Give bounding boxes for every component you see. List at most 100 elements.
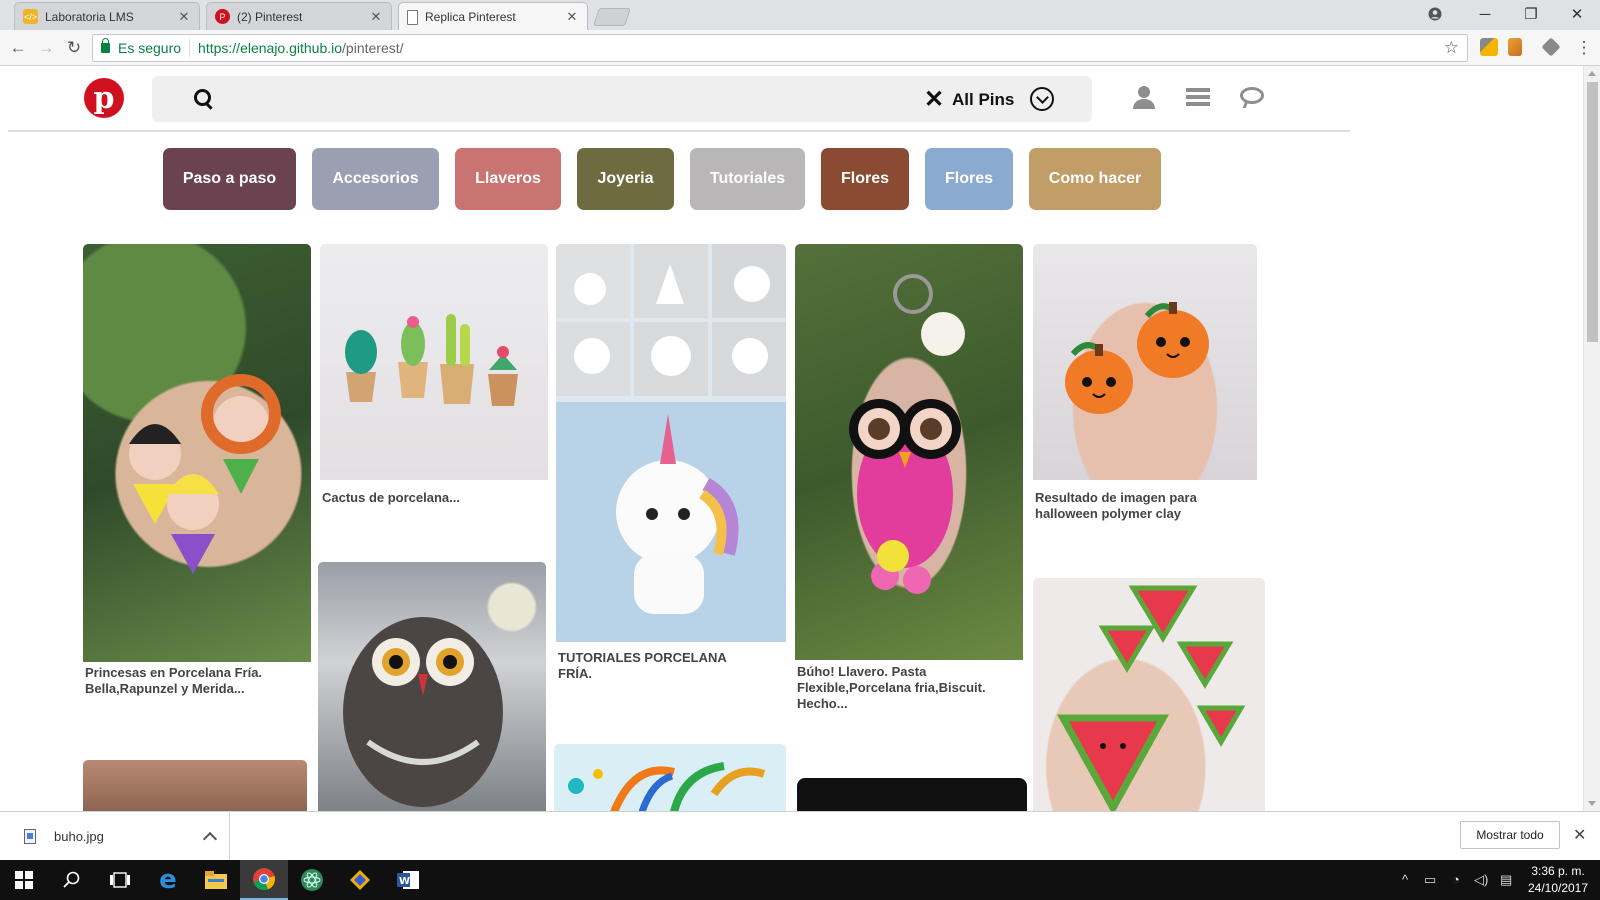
pin-image[interactable]	[795, 244, 1023, 660]
menu-icon[interactable]	[1184, 84, 1212, 112]
chevron-down-icon[interactable]	[1030, 87, 1054, 111]
category-flores-2[interactable]: Flores	[925, 148, 1013, 210]
url-host: https://elenajo.github.io	[198, 40, 343, 56]
scroll-down-arrow-icon[interactable]	[1588, 801, 1596, 806]
pin-watermelon[interactable]	[1033, 578, 1265, 811]
show-all-downloads-button[interactable]: Mostrar todo	[1460, 821, 1560, 849]
chevron-up-icon[interactable]	[202, 831, 218, 847]
search-icon[interactable]	[194, 89, 214, 109]
task-view-icon[interactable]	[96, 860, 144, 900]
tray-wifi-icon[interactable]: ◔	[1452, 872, 1460, 887]
bookmark-star-icon[interactable]: ☆	[1444, 38, 1459, 58]
scroll-up-arrow-icon[interactable]	[1588, 71, 1596, 76]
url-path: /pinterest/	[342, 40, 404, 56]
search-icon[interactable]	[48, 860, 96, 900]
edge-icon[interactable]: e	[144, 860, 192, 900]
tray-volume-icon[interactable]: ◁)	[1474, 872, 1488, 888]
minimize-icon[interactable]: ─	[1462, 0, 1508, 28]
pin-image[interactable]	[83, 760, 307, 811]
header-divider	[8, 130, 1350, 132]
pin-princesas[interactable]: Princesas en Porcelana Fría. Bella,Rapun…	[83, 244, 311, 704]
clear-search-icon[interactable]: ✕	[924, 85, 944, 114]
tab-pinterest[interactable]: P (2) Pinterest ✕	[206, 2, 392, 30]
git-kraken-icon[interactable]	[336, 860, 384, 900]
pin-image[interactable]	[556, 244, 786, 642]
reload-icon[interactable]: ↻	[64, 38, 84, 58]
close-tab-icon[interactable]: ✕	[177, 9, 191, 25]
tray-network-icon[interactable]: ▭	[1424, 872, 1436, 888]
extension-icon[interactable]	[1480, 38, 1498, 56]
search-input[interactable]	[232, 84, 972, 114]
pin-buho-llavero[interactable]: Búho! Llavero. Pasta Flexible,Porcelana …	[795, 244, 1023, 714]
url-text[interactable]: https://elenajo.github.io/pinterest/	[190, 40, 403, 56]
download-filename: buho.jpg	[54, 828, 104, 844]
category-flores[interactable]: Flores	[821, 148, 909, 210]
scrollbar-thumb[interactable]	[1587, 82, 1598, 342]
forward-arrow-icon[interactable]: →	[36, 38, 56, 58]
tab-laboratoria[interactable]: </> Laboratoria LMS ✕	[14, 2, 200, 30]
pin-caption: Cactus de porcelana...	[322, 490, 460, 505]
close-download-bar-icon[interactable]: ✕	[1573, 825, 1586, 845]
svg-text:W: W	[399, 876, 410, 887]
pin-image[interactable]	[318, 562, 546, 811]
category-paso-a-paso[interactable]: Paso a paso	[163, 148, 296, 210]
pin-necklace[interactable]	[83, 760, 307, 811]
chrome-icon[interactable]	[240, 860, 288, 900]
image-file-icon	[24, 828, 36, 844]
secure-label: Es seguro	[118, 40, 182, 56]
word-icon[interactable]: W	[384, 860, 432, 900]
pin-image[interactable]	[320, 244, 548, 480]
user-icon[interactable]	[1130, 84, 1158, 112]
pin-dark[interactable]	[797, 778, 1027, 811]
secure-indicator[interactable]: Es seguro	[93, 38, 191, 57]
laboratoria-favicon-icon: </>	[23, 9, 38, 24]
tab-title: (2) Pinterest	[237, 9, 303, 24]
pin-image[interactable]	[1033, 244, 1257, 480]
atom-icon[interactable]	[288, 860, 336, 900]
pin-unicorn[interactable]: TUTORIALES PORCELANA FRÍA.	[556, 244, 786, 684]
windows-start-icon[interactable]	[0, 860, 48, 900]
pin-caption: TUTORIALES PORCELANA FRÍA.	[558, 650, 727, 681]
back-arrow-icon[interactable]: ←	[8, 38, 28, 58]
all-pins-filter[interactable]: All Pins	[952, 90, 1014, 110]
extension-icon[interactable]	[1541, 37, 1561, 57]
file-explorer-icon[interactable]	[192, 860, 240, 900]
pin-owl[interactable]	[318, 562, 546, 811]
category-joyeria[interactable]: Joyeria	[577, 148, 674, 210]
chat-icon[interactable]	[1238, 84, 1266, 112]
extension-icon[interactable]	[1508, 38, 1522, 56]
page-viewport: p ✕ All Pins Paso a paso Accesorios Llav…	[0, 66, 1600, 811]
more-menu-icon[interactable]: ⋮	[1574, 38, 1594, 58]
tab-title: Laboratoria LMS	[45, 9, 134, 24]
restore-icon[interactable]: ❐	[1508, 0, 1554, 28]
profile-icon[interactable]	[1412, 0, 1458, 28]
category-tutoriales[interactable]: Tutoriales	[690, 148, 805, 210]
browser-tab-strip: </> Laboratoria LMS ✕ P (2) Pinterest ✕ …	[0, 0, 1600, 31]
tray-chevron-up-icon[interactable]: ^	[1402, 872, 1408, 887]
new-tab-button[interactable]	[593, 8, 631, 26]
close-tab-icon[interactable]: ✕	[565, 9, 579, 25]
close-tab-icon[interactable]: ✕	[369, 9, 383, 25]
pin-image[interactable]	[83, 244, 311, 662]
category-accesorios[interactable]: Accesorios	[312, 148, 439, 210]
close-window-icon[interactable]: ✕	[1554, 0, 1600, 28]
pin-cactus[interactable]: Cactus de porcelana...	[320, 244, 548, 505]
tray-notifications-icon[interactable]: ▤	[1500, 872, 1512, 888]
download-bar: buho.jpg Mostrar todo ✕	[0, 811, 1600, 860]
pin-halloween[interactable]: Resultado de imagen para halloween polym…	[1033, 244, 1257, 534]
pin-image[interactable]	[797, 778, 1027, 811]
address-bar[interactable]: Es seguro https://elenajo.github.io/pint…	[92, 34, 1468, 62]
windows-taskbar: e W ^ ▭ ◔ ◁) ▤ 3:36 p. m. 24/10/2017	[0, 860, 1600, 900]
clock-date: 24/10/2017	[1527, 881, 1589, 895]
category-llaveros[interactable]: Llaveros	[455, 148, 561, 210]
pin-image[interactable]	[554, 744, 786, 811]
taskbar-clock[interactable]: 3:36 p. m. 24/10/2017	[1520, 863, 1596, 897]
pin-image[interactable]	[1033, 578, 1265, 811]
page-scrollbar[interactable]	[1583, 66, 1600, 811]
pin-colorful[interactable]	[554, 744, 786, 811]
category-como-hacer[interactable]: Como hacer	[1029, 148, 1161, 210]
download-item[interactable]: buho.jpg	[14, 812, 230, 860]
pinterest-logo-icon[interactable]: p	[84, 78, 124, 118]
clock-time: 3:36 p. m.	[1531, 864, 1585, 878]
tab-replica-pinterest[interactable]: Replica Pinterest ✕	[398, 2, 588, 31]
